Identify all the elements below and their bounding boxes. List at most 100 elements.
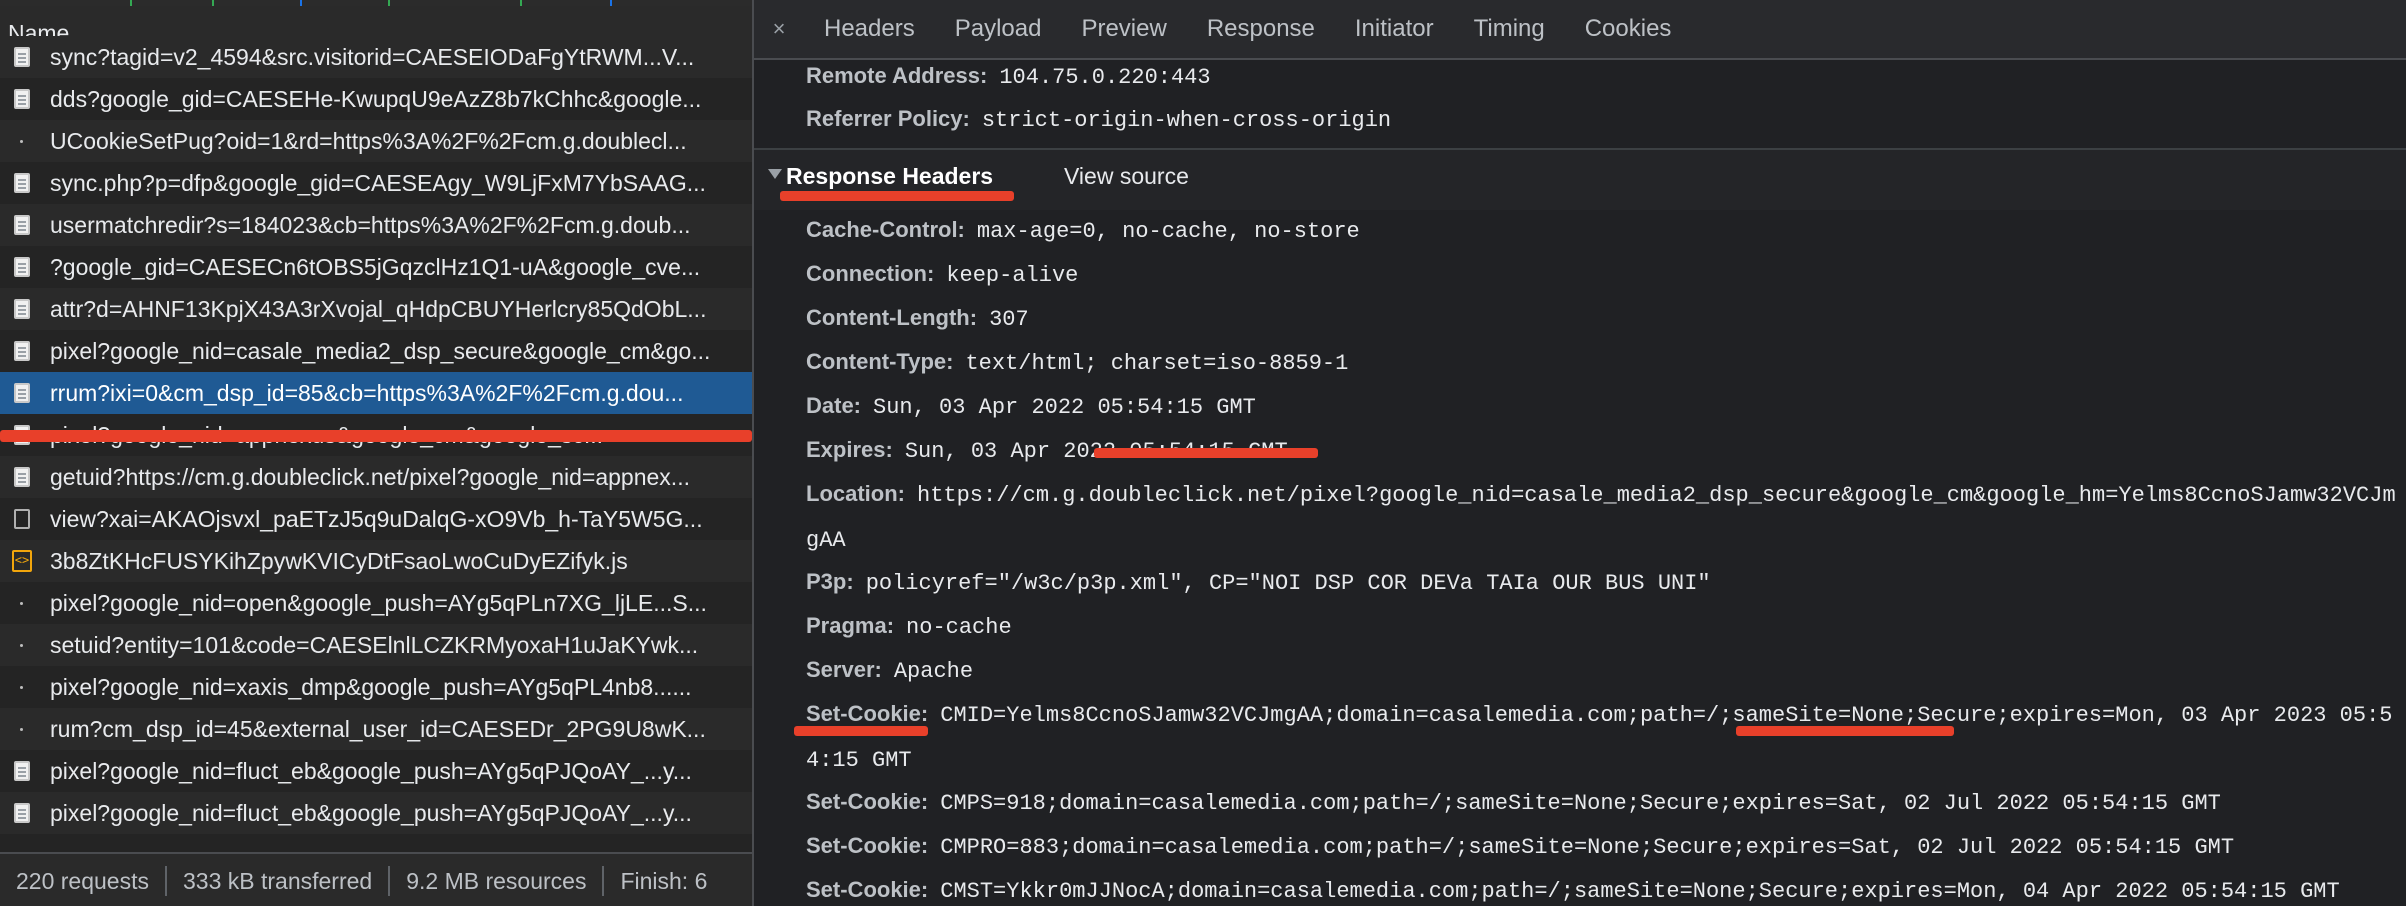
- request-row[interactable]: sync?tagid=v2_4594&src.visitorid=CAESEIO…: [0, 36, 752, 78]
- close-icon[interactable]: ×: [754, 0, 804, 58]
- doc-icon: [14, 173, 30, 193]
- request-row[interactable]: rrum?ixi=0&cm_dsp_id=85&cb=https%3A%2F%2…: [0, 372, 752, 414]
- tab-payload[interactable]: Payload: [935, 0, 1062, 58]
- response-headers-title[interactable]: Response Headers: [786, 156, 993, 196]
- headers-content: Remote Address: 104.75.0.220:443 Referrer…: [754, 60, 2406, 906]
- header-value: 104.75.0.220:443: [999, 65, 1211, 90]
- header-row: Cache-Control: max-age=0, no-cache, no-st…: [806, 208, 2396, 254]
- request-count: 220 requests: [0, 866, 167, 896]
- header-row: Set-Cookie: CMID=Yelms8CcnoSJamw32VCJmgAA…: [806, 692, 2396, 782]
- request-name: pixel?google_nid=open&google_push=AYg5qP…: [50, 589, 707, 616]
- header-value: 307: [989, 307, 1029, 332]
- view-source-link[interactable]: View source: [1064, 156, 1189, 196]
- request-list-panel: Name sync?tagid=v2_4594&src.visitorid=CA…: [0, 0, 754, 906]
- tab-cookies[interactable]: Cookies: [1565, 0, 1692, 58]
- header-name: Connection:: [806, 261, 935, 286]
- header-row: Connection: keep-alive: [806, 252, 2396, 298]
- request-row[interactable]: ?google_gid=CAESECn6tOBS5jGqzclHz1Q1-uA&…: [0, 246, 752, 288]
- details-tab-bar: × Headers Payload Preview Response Initi…: [754, 0, 2406, 60]
- header-row: Pragma: no-cache: [806, 604, 2396, 650]
- script-icon: <>: [12, 550, 32, 572]
- tab-timing[interactable]: Timing: [1454, 0, 1565, 58]
- request-row[interactable]: usermatchredir?s=184023&cb=https%3A%2F%2…: [0, 204, 752, 246]
- expand-triangle-icon[interactable]: [768, 169, 782, 179]
- header-value: no-cache: [906, 615, 1012, 640]
- request-name: pixel?google_nid=fluct_eb&google_push=AY…: [50, 799, 692, 826]
- request-name: pixel?google_nid=fluct_eb&google_push=AY…: [50, 757, 692, 784]
- header-row: Referrer Policy: strict-origin-when-cross…: [806, 97, 2396, 143]
- header-row: Set-Cookie: CMST=Ykkr0mJJNocA;domain=casa…: [806, 868, 2396, 906]
- header-value: CMID=Yelms8CcnoSJamw32VCJmgAA;domain=cas…: [806, 703, 2393, 773]
- header-value: CMST=Ykkr0mJJNocA;domain=casalemedia.com…: [940, 879, 2340, 904]
- header-name: Expires:: [806, 437, 893, 462]
- status-bar: 220 requests 333 kB transferred 9.2 MB r…: [0, 852, 752, 906]
- header-row: P3p: policyref="/w3c/p3p.xml", CP="NOI DS…: [806, 560, 2396, 606]
- request-row[interactable]: getuid?https://cm.g.doubleclick.net/pixe…: [0, 456, 752, 498]
- header-name: Set-Cookie:: [806, 789, 929, 814]
- header-name: Cache-Control:: [806, 217, 965, 242]
- header-name: Set-Cookie:: [806, 877, 929, 902]
- request-row[interactable]: UCookieSetPug?oid=1&rd=https%3A%2F%2Fcm.…: [0, 120, 752, 162]
- request-row[interactable]: pixel?google_nid=fluct_eb&google_push=AY…: [0, 792, 752, 834]
- section-header-background: [754, 150, 2406, 210]
- header-name: Content-Length:: [806, 305, 978, 330]
- annotation-mark: [780, 191, 1014, 201]
- doc-icon: [14, 89, 30, 109]
- request-name: sync.php?p=dfp&google_gid=CAESEAgy_W9LjF…: [50, 169, 706, 196]
- request-row[interactable]: view?xai=AKAOjsvxl_paETzJ5q9uDalqG-xO9Vb…: [0, 498, 752, 540]
- blank-icon: [14, 509, 30, 529]
- tab-headers[interactable]: Headers: [804, 0, 935, 58]
- request-row[interactable]: dds?google_gid=CAESEHe-KwupqU9eAzZ8b7kCh…: [0, 78, 752, 120]
- header-value: CMPRO=883;domain=casalemedia.com;path=/;…: [940, 835, 2235, 860]
- request-name: rum?cm_dsp_id=45&external_user_id=CAESED…: [50, 715, 706, 742]
- request-row[interactable]: pixel?google_nid=fluct_eb&google_push=AY…: [0, 750, 752, 792]
- request-name: usermatchredir?s=184023&cb=https%3A%2F%2…: [50, 211, 691, 238]
- request-name: getuid?https://cm.g.doubleclick.net/pixe…: [50, 463, 690, 490]
- request-row[interactable]: pixel?google_nid=xaxis_dmp&google_push=A…: [0, 666, 752, 708]
- header-name: Content-Type:: [806, 349, 954, 374]
- doc-icon: [14, 761, 30, 781]
- header-name: Referrer Policy:: [806, 106, 970, 131]
- header-value: Sun, 03 Apr 2022 05:54:15 GMT: [873, 395, 1256, 420]
- header-row: Server: Apache: [806, 648, 2396, 694]
- request-row[interactable]: rum?cm_dsp_id=45&external_user_id=CAESED…: [0, 708, 752, 750]
- dot-icon: [14, 719, 30, 739]
- request-row[interactable]: sync.php?p=dfp&google_gid=CAESEAgy_W9LjF…: [0, 162, 752, 204]
- header-row: Set-Cookie: CMPS=918;domain=casalemedia.c…: [806, 780, 2396, 826]
- dot-icon: [14, 635, 30, 655]
- header-row: Content-Type: text/html; charset=iso-8859…: [806, 340, 2396, 386]
- request-name: 3b8ZtKHcFUSYKihZpywKVICyDtFsaoLwoCuDyEZi…: [50, 547, 628, 574]
- request-row[interactable]: sync?tid=dsp_id=220&bcr_id=vlSmsnaReQhs.…: [0, 834, 752, 840]
- doc-icon: [14, 803, 30, 823]
- request-name: dds?google_gid=CAESEHe-KwupqU9eAzZ8b7kCh…: [50, 85, 702, 112]
- request-details-panel: × Headers Payload Preview Response Initi…: [754, 0, 2406, 906]
- header-value: max-age=0, no-cache, no-store: [976, 219, 1360, 244]
- doc-icon: [14, 341, 30, 361]
- header-name: Set-Cookie:: [806, 701, 929, 726]
- request-name: UCookieSetPug?oid=1&rd=https%3A%2F%2Fcm.…: [50, 127, 687, 154]
- tab-initiator[interactable]: Initiator: [1335, 0, 1454, 58]
- request-row[interactable]: setuid?entity=101&code=CAESElnlLCZKRMyox…: [0, 624, 752, 666]
- annotation-mark: [1094, 448, 1318, 458]
- header-value: Apache: [893, 659, 974, 684]
- tab-preview[interactable]: Preview: [1061, 0, 1186, 58]
- header-row: Set-Cookie: CMPRO=883;domain=casalemedia.…: [806, 824, 2396, 870]
- header-name: Set-Cookie:: [806, 833, 929, 858]
- dot-icon: [14, 677, 30, 697]
- header-row: Expires:Sun, 03 Apr 2022 05:54:15 GMT: [806, 428, 2396, 474]
- request-name: setuid?entity=101&code=CAESElnlLCZKRMyox…: [50, 631, 699, 658]
- tab-response[interactable]: Response: [1187, 0, 1335, 58]
- request-row[interactable]: pixel?google_nid=open&google_push=AYg5qP…: [0, 582, 752, 624]
- request-name: rrum?ixi=0&cm_dsp_id=85&cb=https%3A%2F%2…: [50, 379, 684, 406]
- header-name: P3p:: [806, 569, 854, 594]
- header-value: https://cm.g.doubleclick.net/pixel?googl…: [806, 483, 2396, 553]
- request-row[interactable]: attr?d=AHNF13KpjX43A3rXvojal_qHdpCBUYHer…: [0, 288, 752, 330]
- request-name: ?google_gid=CAESECn6tOBS5jGqzclHz1Q1-uA&…: [50, 253, 701, 280]
- annotation-mark: [0, 430, 752, 442]
- header-value: strict-origin-when-cross-origin: [981, 108, 1392, 133]
- request-row[interactable]: <> 3b8ZtKHcFUSYKihZpywKVICyDtFsaoLwoCuDyE…: [0, 540, 752, 582]
- annotation-mark: [794, 726, 928, 736]
- request-row[interactable]: pixel?google_nid=casale_media2_dsp_secur…: [0, 330, 752, 372]
- annotation-mark: [1736, 726, 1954, 736]
- header-row: Date: Sun, 03 Apr 2022 05:54:15 GMT: [806, 384, 2396, 430]
